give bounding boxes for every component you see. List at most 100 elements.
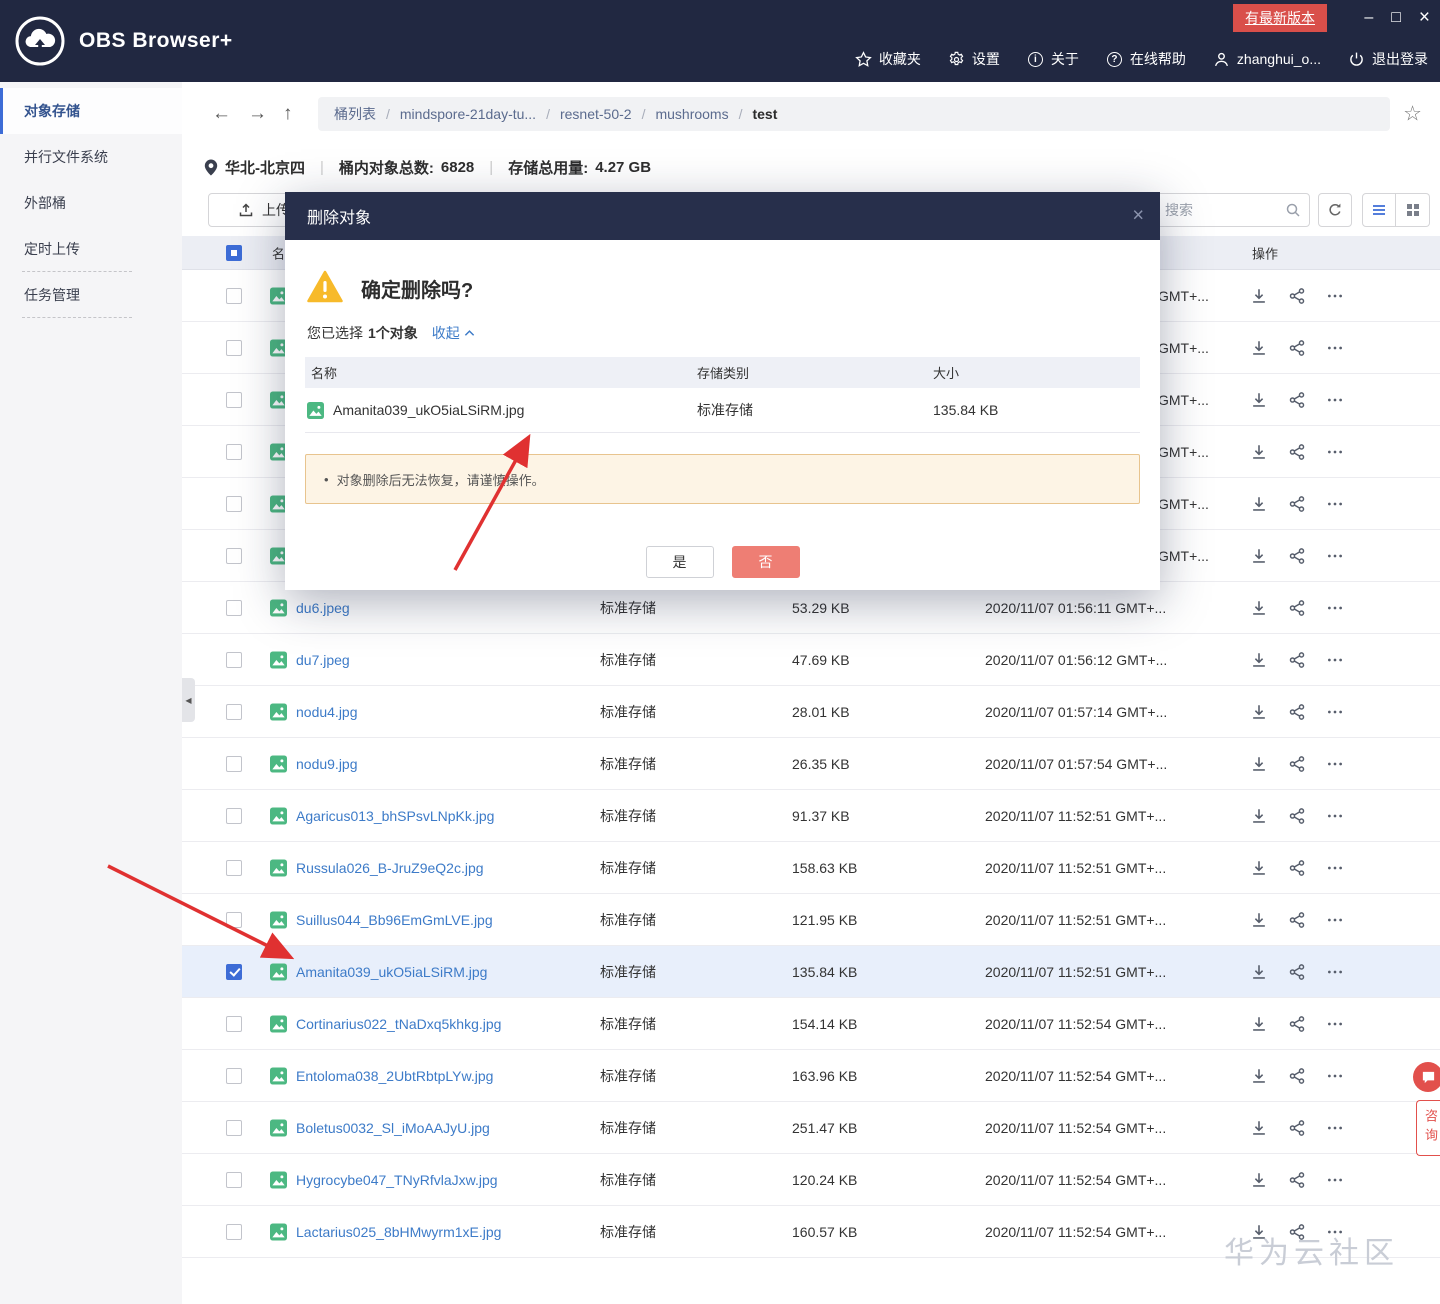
up-icon[interactable]: ↑ bbox=[283, 103, 293, 125]
row-checkbox[interactable] bbox=[226, 1067, 242, 1084]
row-checkbox[interactable] bbox=[226, 1171, 242, 1188]
maximize-icon[interactable]: □ bbox=[1391, 9, 1401, 26]
share-icon[interactable] bbox=[1288, 703, 1306, 721]
share-icon[interactable] bbox=[1288, 391, 1306, 409]
list-view-button[interactable] bbox=[1362, 193, 1396, 227]
more-icon[interactable] bbox=[1326, 547, 1344, 565]
back-icon[interactable]: ← bbox=[212, 103, 231, 125]
table-row[interactable]: Entoloma038_2UbtRbtpLYw.jpg 标准存储 163.96 KB… bbox=[182, 1050, 1440, 1102]
table-row[interactable]: Suillus044_Bb96EmGmLVE.jpg 标准存储 121.95 KB 2… bbox=[182, 894, 1440, 946]
favorite-star-icon[interactable]: ☆ bbox=[1403, 102, 1422, 127]
download-icon[interactable] bbox=[1250, 1119, 1268, 1137]
nav-help[interactable]: ? 在线帮助 bbox=[1106, 49, 1186, 69]
share-icon[interactable] bbox=[1288, 1067, 1306, 1085]
search-icon[interactable] bbox=[1285, 202, 1301, 218]
row-checkbox[interactable] bbox=[226, 599, 242, 616]
sidebar-item-scheduled-upload[interactable]: 定时上传 bbox=[0, 226, 182, 272]
nav-settings[interactable]: 设置 bbox=[948, 49, 1000, 69]
more-icon[interactable] bbox=[1326, 287, 1344, 305]
more-icon[interactable] bbox=[1326, 1067, 1344, 1085]
refresh-button[interactable] bbox=[1318, 193, 1352, 227]
share-icon[interactable] bbox=[1288, 1171, 1306, 1189]
download-icon[interactable] bbox=[1250, 807, 1268, 825]
download-icon[interactable] bbox=[1250, 911, 1268, 929]
share-icon[interactable] bbox=[1288, 1119, 1306, 1137]
download-icon[interactable] bbox=[1250, 287, 1268, 305]
close-window-icon[interactable]: × bbox=[1419, 8, 1430, 27]
more-icon[interactable] bbox=[1326, 755, 1344, 773]
close-icon[interactable]: × bbox=[1132, 205, 1144, 228]
table-row[interactable]: Hygrocybe047_TNyRfvlaJxw.jpg 标准存储 120.24 K… bbox=[182, 1154, 1440, 1206]
breadcrumb-item[interactable]: mindspore-21day-tu... bbox=[400, 106, 536, 122]
table-row[interactable]: du7.jpeg 标准存储 47.69 KB 2020/11/07 01:56:12 … bbox=[182, 634, 1440, 686]
object-name-link[interactable]: Amanita039_ukO5iaLSiRM.jpg bbox=[296, 964, 487, 980]
nav-user[interactable]: zhanghui_o... bbox=[1213, 51, 1321, 68]
download-icon[interactable] bbox=[1250, 963, 1268, 981]
object-name-link[interactable]: du7.jpeg bbox=[296, 652, 350, 668]
sidebar-item-parallel-file-system[interactable]: 并行文件系统 bbox=[0, 134, 182, 180]
row-checkbox[interactable] bbox=[226, 755, 242, 772]
object-name-link[interactable]: Agaricus013_bhSPsvLNpKk.jpg bbox=[296, 808, 494, 824]
download-icon[interactable] bbox=[1250, 495, 1268, 513]
object-name-link[interactable]: Russula026_B-JruZ9eQ2c.jpg bbox=[296, 860, 484, 876]
share-icon[interactable] bbox=[1288, 287, 1306, 305]
download-icon[interactable] bbox=[1250, 1067, 1268, 1085]
row-checkbox[interactable] bbox=[226, 391, 242, 408]
sidebar-item-external-bucket[interactable]: 外部桶 bbox=[0, 180, 182, 226]
row-checkbox[interactable] bbox=[226, 703, 242, 720]
share-icon[interactable] bbox=[1288, 755, 1306, 773]
chat-consult-label[interactable]: 咨询 bbox=[1416, 1100, 1440, 1156]
search-input[interactable] bbox=[1165, 195, 1277, 225]
row-checkbox[interactable] bbox=[226, 1119, 242, 1136]
download-icon[interactable] bbox=[1250, 391, 1268, 409]
download-icon[interactable] bbox=[1250, 755, 1268, 773]
breadcrumb-item[interactable]: test bbox=[752, 106, 777, 122]
download-icon[interactable] bbox=[1250, 859, 1268, 877]
table-row[interactable]: Agaricus013_bhSPsvLNpKk.jpg 标准存储 91.37 KB 2… bbox=[182, 790, 1440, 842]
more-icon[interactable] bbox=[1326, 443, 1344, 461]
nav-logout[interactable]: 退出登录 bbox=[1348, 49, 1428, 69]
chat-bubble-icon[interactable] bbox=[1413, 1062, 1440, 1092]
download-icon[interactable] bbox=[1250, 703, 1268, 721]
object-name-link[interactable]: nodu4.jpg bbox=[296, 704, 358, 720]
share-icon[interactable] bbox=[1288, 963, 1306, 981]
sidebar-item-object-storage[interactable]: 对象存储 bbox=[0, 88, 182, 134]
minimize-icon[interactable]: – bbox=[1364, 9, 1373, 26]
more-icon[interactable] bbox=[1326, 963, 1344, 981]
row-checkbox[interactable] bbox=[226, 495, 242, 512]
more-icon[interactable] bbox=[1326, 651, 1344, 669]
table-row[interactable]: Amanita039_ukO5iaLSiRM.jpg 标准存储 135.84 KB 2… bbox=[182, 946, 1440, 998]
more-icon[interactable] bbox=[1326, 495, 1344, 513]
row-checkbox[interactable] bbox=[226, 287, 242, 304]
yes-button[interactable]: 是 bbox=[645, 546, 714, 578]
share-icon[interactable] bbox=[1288, 599, 1306, 617]
object-name-link[interactable]: Suillus044_Bb96EmGmLVE.jpg bbox=[296, 912, 493, 928]
row-checkbox[interactable] bbox=[226, 911, 242, 928]
more-icon[interactable] bbox=[1326, 391, 1344, 409]
more-icon[interactable] bbox=[1326, 911, 1344, 929]
breadcrumb-item[interactable]: 桶列表 bbox=[334, 104, 376, 124]
update-badge[interactable]: 有最新版本 bbox=[1233, 4, 1327, 32]
table-row[interactable]: nodu9.jpg 标准存储 26.35 KB 2020/11/07 01:57:54… bbox=[182, 738, 1440, 790]
more-icon[interactable] bbox=[1326, 859, 1344, 877]
share-icon[interactable] bbox=[1288, 807, 1306, 825]
object-name-link[interactable]: Lactarius025_8bHMwyrm1xE.jpg bbox=[296, 1224, 501, 1240]
more-icon[interactable] bbox=[1326, 339, 1344, 357]
row-checkbox[interactable] bbox=[226, 859, 242, 876]
sidebar-item-task-management[interactable]: 任务管理 bbox=[0, 272, 182, 318]
table-row[interactable]: Boletus0032_Sl_iMoAAJyU.jpg 标准存储 251.47 KB… bbox=[182, 1102, 1440, 1154]
more-icon[interactable] bbox=[1326, 703, 1344, 721]
download-icon[interactable] bbox=[1250, 1171, 1268, 1189]
more-icon[interactable] bbox=[1326, 599, 1344, 617]
object-name-link[interactable]: Hygrocybe047_TNyRfvlaJxw.jpg bbox=[296, 1172, 498, 1188]
download-icon[interactable] bbox=[1250, 651, 1268, 669]
download-icon[interactable] bbox=[1250, 1015, 1268, 1033]
row-checkbox[interactable] bbox=[226, 963, 242, 980]
no-button[interactable]: 否 bbox=[731, 546, 800, 578]
collapse-link[interactable]: 收起 bbox=[432, 323, 475, 343]
share-icon[interactable] bbox=[1288, 651, 1306, 669]
table-row[interactable]: Cortinarius022_tNaDxq5khkg.jpg 标准存储 154.14… bbox=[182, 998, 1440, 1050]
row-checkbox[interactable] bbox=[226, 1223, 242, 1240]
download-icon[interactable] bbox=[1250, 443, 1268, 461]
table-row[interactable]: Russula026_B-JruZ9eQ2c.jpg 标准存储 158.63 KB 2… bbox=[182, 842, 1440, 894]
